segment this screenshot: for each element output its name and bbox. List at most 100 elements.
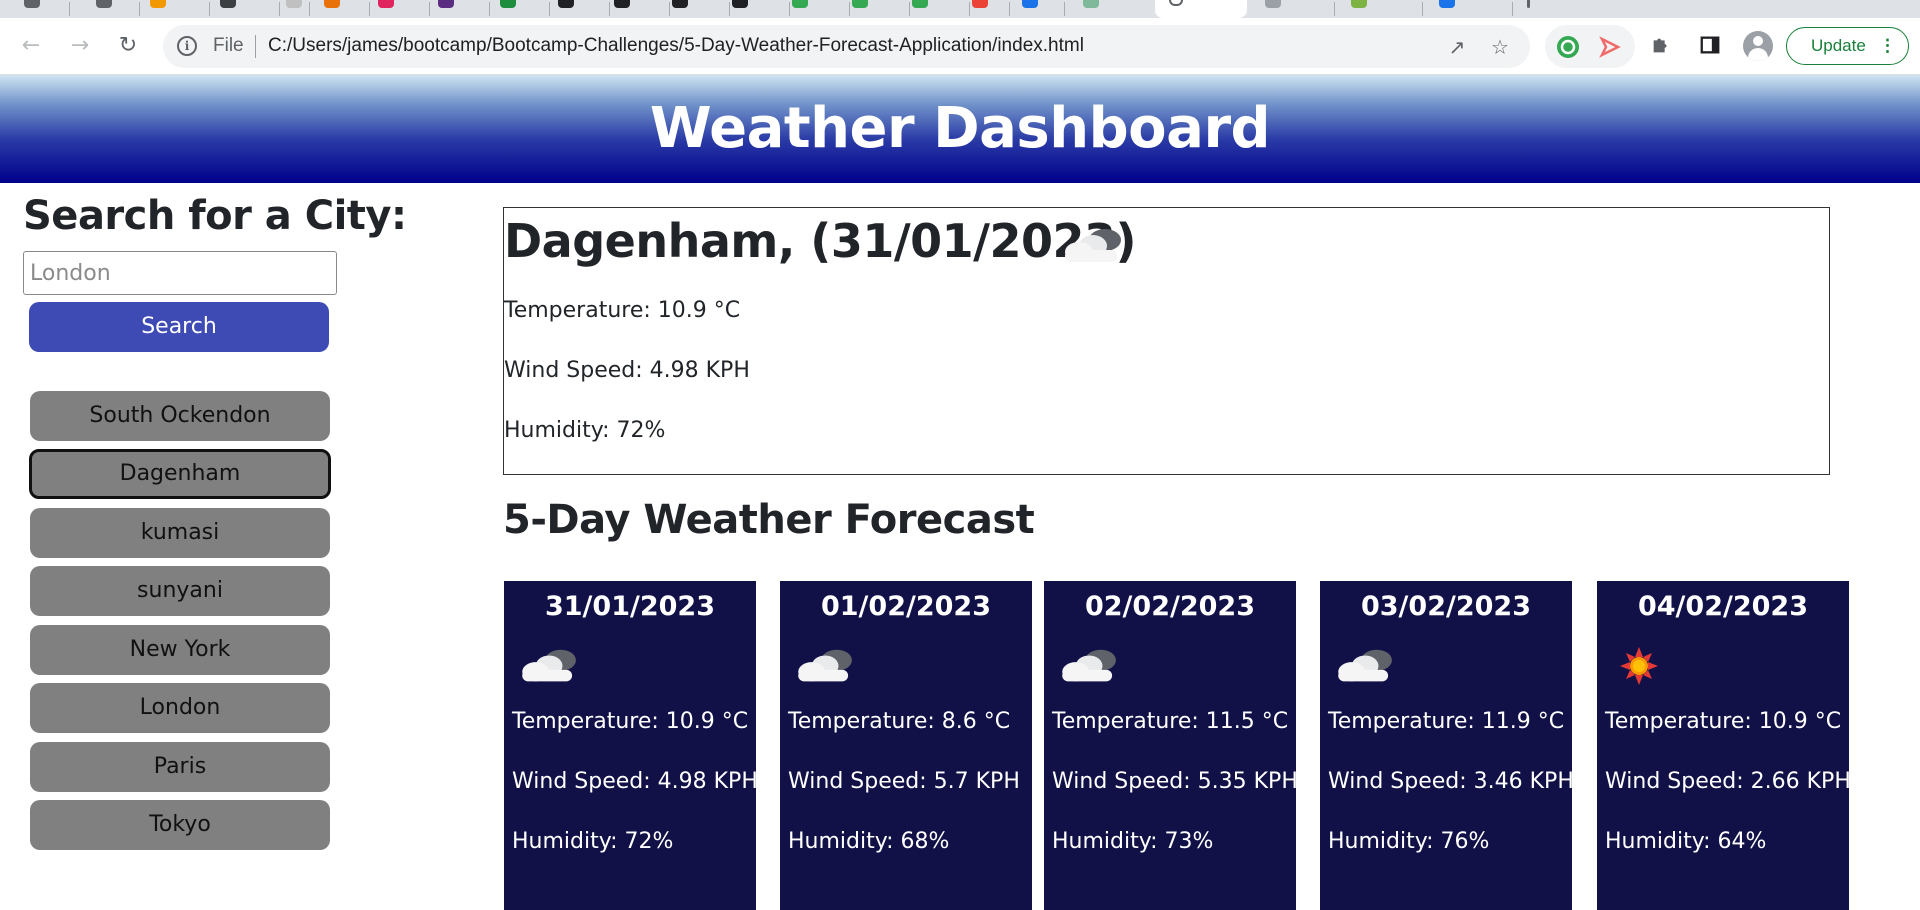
browser-tab[interactable] bbox=[280, 0, 310, 18]
cloud-icon bbox=[792, 643, 862, 689]
current-humidity: Humidity: 72% bbox=[504, 418, 666, 443]
browser-tab[interactable] bbox=[310, 0, 370, 18]
browser-tab[interactable] bbox=[210, 0, 280, 18]
forecast-date: 02/02/2023 bbox=[1084, 591, 1255, 622]
tab-favicon-icon bbox=[732, 0, 748, 8]
search-input[interactable] bbox=[23, 251, 337, 295]
update-button[interactable]: Update ⋮ bbox=[1786, 27, 1909, 65]
tab-favicon-icon bbox=[150, 0, 166, 8]
reload-icon: ↻ bbox=[118, 32, 138, 58]
extension-green-icon[interactable] bbox=[1555, 34, 1581, 60]
history-city-button[interactable]: South Ockendon bbox=[30, 391, 330, 441]
tab-favicon-icon bbox=[324, 0, 340, 8]
tab-favicon-icon bbox=[1022, 0, 1038, 8]
forecast-card: 02/02/2023 Temperature: 11.5 °C Wind Spe… bbox=[1044, 581, 1298, 910]
forward-button[interactable]: → bbox=[65, 30, 95, 60]
url-text[interactable]: C:/Users/james/bootcamp/Bootcamp-Challen… bbox=[268, 35, 1084, 57]
tab-favicon-icon bbox=[1265, 0, 1281, 8]
history-city-button[interactable]: Paris bbox=[30, 742, 330, 792]
browser-tab[interactable] bbox=[1335, 0, 1423, 18]
browser-tab[interactable] bbox=[490, 0, 550, 18]
tab-favicon-icon bbox=[286, 0, 302, 8]
address-bar[interactable]: i File C:/Users/james/bootcamp/Bootcamp-… bbox=[163, 25, 1530, 68]
browser-tab[interactable] bbox=[610, 0, 670, 18]
tab-favicon-icon bbox=[1083, 0, 1099, 8]
browser-tab[interactable] bbox=[550, 0, 610, 18]
forecast-title: 5-Day Weather Forecast bbox=[503, 497, 1035, 543]
browser-tab[interactable] bbox=[430, 0, 490, 18]
forecast-wind-speed: Wind Speed: 5.7 KPH bbox=[788, 769, 1020, 794]
url-scheme-label: File bbox=[213, 35, 244, 56]
browser-tab[interactable] bbox=[730, 0, 790, 18]
browser-tab[interactable] bbox=[670, 0, 730, 18]
tab-favicon-icon bbox=[24, 0, 40, 8]
browser-toolbar: ← → ↻ i File C:/Users/james/bootcamp/Boo… bbox=[0, 18, 1920, 75]
history-city-button-active[interactable]: Dagenham bbox=[29, 449, 331, 499]
forecast-wind-speed: Wind Speed: 3.46 KPH bbox=[1328, 769, 1574, 794]
arrow-right-icon: → bbox=[70, 32, 90, 58]
forecast-card: 04/02/2023 Temperature: 10.9 °C Wind Spe… bbox=[1597, 581, 1851, 910]
browser-tab[interactable] bbox=[850, 0, 910, 18]
plus-icon bbox=[1527, 0, 1530, 8]
forecast-humidity: Humidity: 72% bbox=[512, 829, 674, 854]
tab-favicon-icon bbox=[1439, 0, 1455, 8]
profile-avatar[interactable] bbox=[1743, 31, 1773, 61]
extension-arrow-icon[interactable] bbox=[1597, 34, 1623, 60]
cloud-icon bbox=[1056, 643, 1126, 689]
current-wind-speed: Wind Speed: 4.98 KPH bbox=[504, 358, 750, 383]
browser-tab[interactable] bbox=[1247, 0, 1335, 18]
tab-favicon-icon bbox=[96, 0, 112, 8]
forecast-card: 31/01/2023 Temperature: 10.9 °C Wind Spe… bbox=[504, 581, 758, 910]
history-city-button[interactable]: London bbox=[30, 683, 330, 733]
history-city-button[interactable]: New York bbox=[30, 625, 330, 675]
current-weather-panel: Dagenham, (31/01/2023) Temperature: 10.9… bbox=[503, 207, 1830, 475]
browser-tab[interactable] bbox=[370, 0, 430, 18]
browser-tab[interactable] bbox=[790, 0, 850, 18]
history-city-button[interactable]: Tokyo bbox=[30, 800, 330, 850]
browser-tab[interactable] bbox=[70, 0, 140, 18]
forecast-card: 03/02/2023 Temperature: 11.9 °C Wind Spe… bbox=[1320, 581, 1574, 910]
browser-tab[interactable] bbox=[140, 0, 210, 18]
forecast-wind-speed: Wind Speed: 2.66 KPH bbox=[1605, 769, 1851, 794]
side-panel-icon[interactable] bbox=[1695, 30, 1725, 60]
forecast-temperature: Temperature: 11.9 °C bbox=[1328, 709, 1565, 734]
history-city-button[interactable]: kumasi bbox=[30, 508, 330, 558]
cloud-icon bbox=[1059, 222, 1131, 270]
forecast-date: 31/01/2023 bbox=[544, 591, 715, 622]
forecast-date: 04/02/2023 bbox=[1637, 591, 1808, 622]
tab-favicon-icon bbox=[972, 0, 988, 8]
forecast-humidity: Humidity: 73% bbox=[1052, 829, 1214, 854]
update-label: Update bbox=[1811, 36, 1866, 55]
forecast-wind-speed: Wind Speed: 4.98 KPH bbox=[512, 769, 758, 794]
back-button[interactable]: ← bbox=[16, 30, 46, 60]
share-icon[interactable]: ↗ bbox=[1444, 34, 1470, 60]
forecast-temperature: Temperature: 10.9 °C bbox=[1605, 709, 1842, 734]
cloud-icon bbox=[1332, 643, 1402, 689]
tab-favicon-icon bbox=[672, 0, 688, 8]
tab-favicon-icon bbox=[1169, 0, 1183, 6]
browser-tab[interactable] bbox=[1423, 0, 1513, 18]
current-city-heading: Dagenham, (31/01/2023) bbox=[504, 214, 1137, 268]
page-header: Weather Dashboard bbox=[0, 75, 1920, 183]
tab-favicon-icon bbox=[1351, 0, 1367, 8]
page: Weather Dashboard Search for a City: Sea… bbox=[0, 75, 1920, 910]
search-button[interactable]: Search bbox=[29, 302, 329, 352]
browser-tab[interactable] bbox=[910, 0, 970, 18]
browser-tab[interactable] bbox=[1065, 0, 1155, 18]
browser-tab[interactable] bbox=[970, 0, 1010, 18]
bookmark-star-icon[interactable]: ☆ bbox=[1487, 34, 1513, 60]
browser-tab[interactable] bbox=[1010, 0, 1065, 18]
tab-favicon-icon bbox=[500, 0, 516, 8]
reload-button[interactable]: ↻ bbox=[113, 30, 143, 60]
new-tab-button[interactable] bbox=[1513, 0, 1553, 18]
tab-favicon-icon bbox=[378, 0, 394, 8]
browser-tab[interactable] bbox=[0, 0, 70, 18]
history-city-button[interactable]: sunyani bbox=[30, 566, 330, 616]
forecast-date: 03/02/2023 bbox=[1360, 591, 1531, 622]
info-icon[interactable]: i bbox=[177, 36, 197, 56]
browser-tab-active[interactable] bbox=[1155, 0, 1247, 18]
cloud-icon bbox=[516, 643, 586, 689]
extensions-puzzle-icon[interactable] bbox=[1646, 30, 1676, 60]
divider bbox=[255, 35, 256, 58]
tab-favicon-icon bbox=[852, 0, 868, 8]
